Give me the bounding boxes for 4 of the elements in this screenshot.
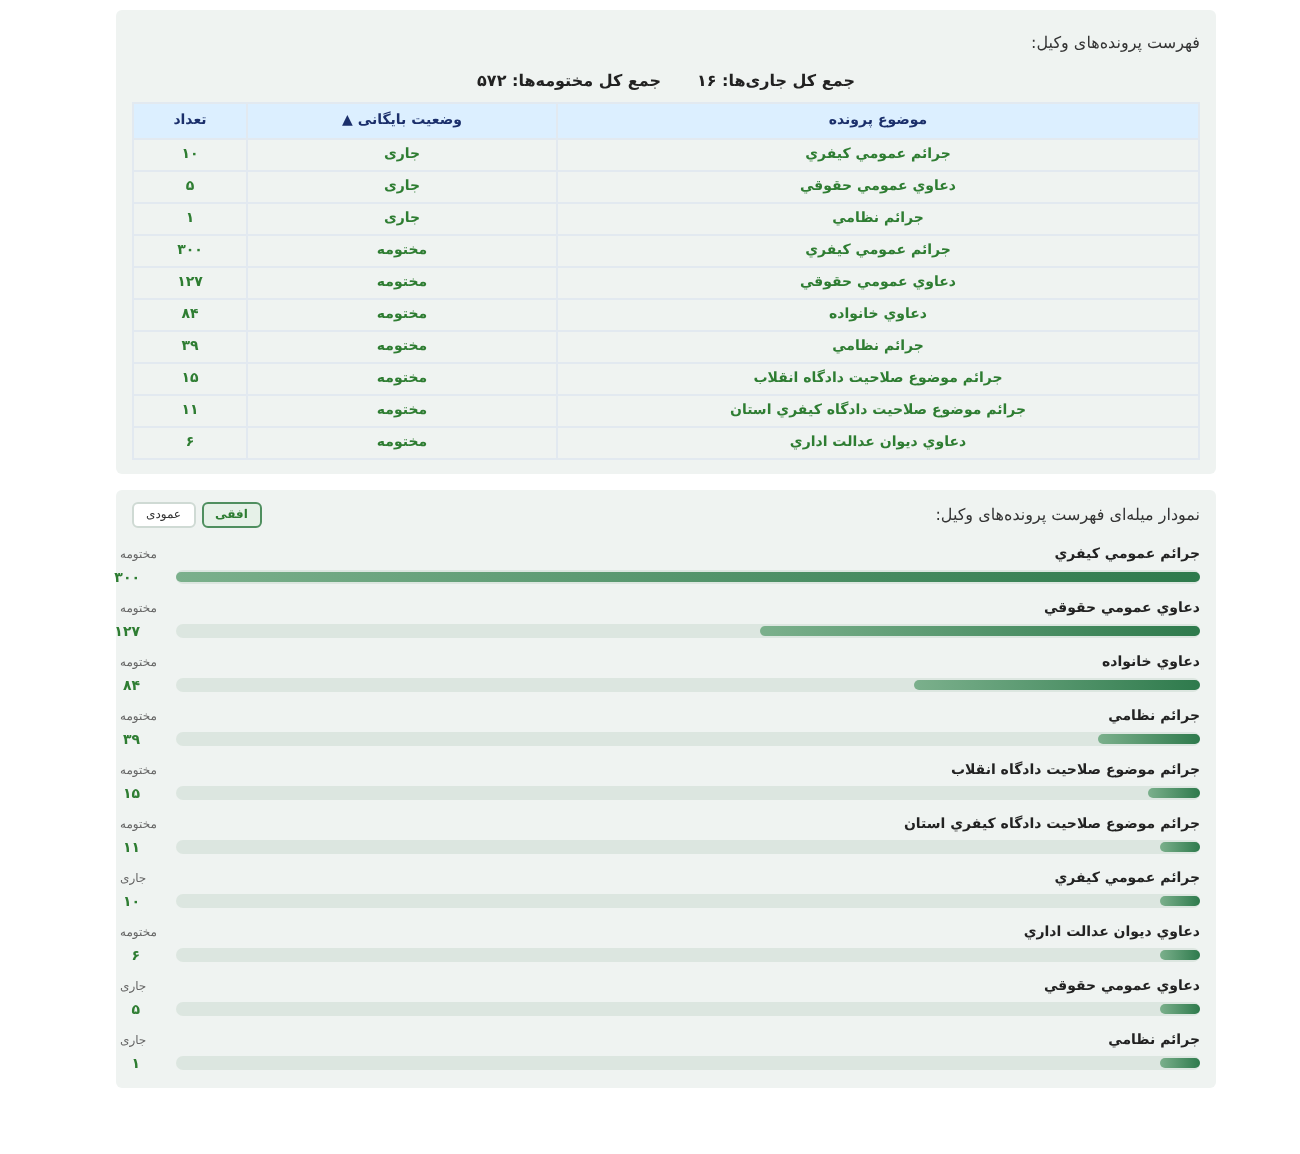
total-label: جمع کل مختومه‌ها: ۵۷۲ — [477, 72, 661, 90]
panel-title: فهرست پرونده‌های وکیل: — [1029, 34, 1200, 52]
total-label: جمع کل جاری‌ها: ۱۶ — [697, 72, 855, 90]
panel-title: نمودار میله‌ای فهرست پرونده‌های وکیل: — [935, 506, 1200, 524]
